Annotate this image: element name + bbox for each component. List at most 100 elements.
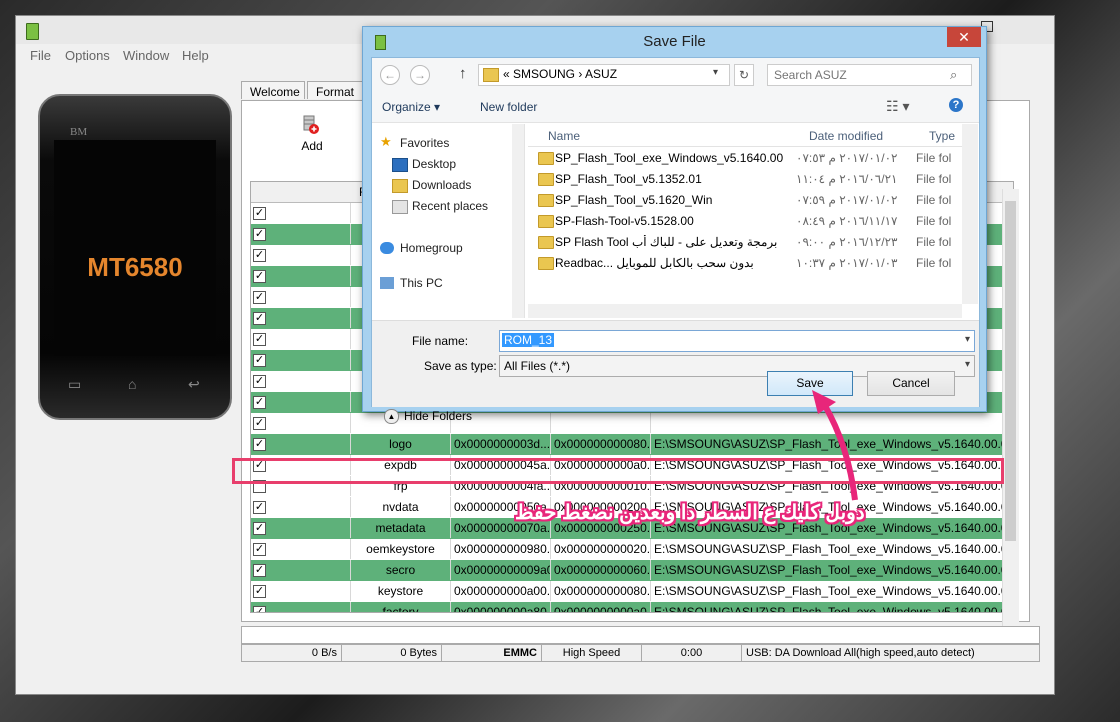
- nav-favorites[interactable]: ★ Favorites: [380, 134, 449, 150]
- chevron-down-icon[interactable]: ▾: [965, 334, 970, 345]
- file-path[interactable]: E:\SMSOUNG\ASUZ\SP_Flash_Tool_exe_Window…: [651, 560, 1009, 580]
- partition-checkbox[interactable]: ✓: [253, 354, 266, 367]
- column-date-modified[interactable]: Date modified: [809, 129, 883, 143]
- partition-checkbox[interactable]: ✓: [253, 207, 266, 220]
- nav-homegroup[interactable]: Homegroup: [380, 241, 463, 255]
- tab-format[interactable]: Format: [307, 81, 365, 99]
- menu-window[interactable]: Window: [123, 48, 169, 63]
- partition-checkbox-cell: ✓: [251, 539, 351, 559]
- pointer-arrow-icon: [812, 390, 858, 501]
- file-list-item[interactable]: SP_Flash_Tool_v5.1620_Win ٢٠١٧/٠١/٠٢ م ٠٧…: [528, 190, 962, 211]
- table-scrollbar[interactable]: [1002, 189, 1019, 629]
- file-path[interactable]: E:\SMSOUNG\ASUZ\SP_Flash_Tool_exe_Window…: [651, 602, 1009, 612]
- menu-options[interactable]: Options: [65, 48, 110, 63]
- file-list-item[interactable]: SP Flash Tool برمجة وتعديل على - للباك أ…: [528, 232, 962, 253]
- partition-name[interactable]: logo: [351, 434, 451, 454]
- partition-checkbox[interactable]: ✓: [253, 543, 266, 556]
- partition-checkbox[interactable]: ✓: [253, 606, 266, 612]
- table-row[interactable]: ✓ secro0x00000000009a0...0x000000000060..…: [251, 560, 1009, 581]
- up-arrow-icon[interactable]: ↑: [459, 65, 467, 82]
- nav-scrollbar[interactable]: [512, 124, 524, 318]
- file-list-hscrollbar[interactable]: [528, 304, 962, 318]
- tab-welcome[interactable]: Welcome: [241, 81, 305, 99]
- end-address[interactable]: [551, 413, 651, 433]
- partition-checkbox[interactable]: ✓: [253, 312, 266, 325]
- end-address[interactable]: 0x000000000080...: [551, 434, 651, 454]
- table-row[interactable]: ✓ oemkeystore 0x000000000980... 0x000000000…: [251, 539, 1009, 560]
- partition-name[interactable]: factory: [351, 602, 451, 612]
- search-input[interactable]: [768, 65, 956, 85]
- folder-icon: [538, 173, 554, 186]
- end-address[interactable]: 0x000000000080...: [551, 581, 651, 601]
- back-key-icon: ↩: [188, 376, 200, 392]
- partition-name[interactable]: nvdata: [351, 497, 451, 517]
- search-box[interactable]: ⌕: [767, 64, 972, 86]
- partition-checkbox[interactable]: ✓: [253, 333, 266, 346]
- end-address[interactable]: 0x000000000060...: [551, 560, 651, 580]
- partition-checkbox[interactable]: ✓: [253, 501, 266, 514]
- nav-desktop[interactable]: Desktop: [392, 157, 457, 172]
- column-name[interactable]: Name: [548, 129, 580, 143]
- nav-downloads[interactable]: Downloads: [392, 178, 471, 193]
- add-database-icon: [303, 115, 319, 134]
- table-row[interactable]: ✓ keystore 0x000000000a00... 0x000000000080…: [251, 581, 1009, 602]
- partition-checkbox[interactable]: ✓: [253, 438, 266, 451]
- refresh-icon[interactable]: ↻: [734, 64, 754, 86]
- table-row[interactable]: ✓ factory 0x000000000a80... 0x0000000000a0.…: [251, 602, 1009, 612]
- menu-help[interactable]: Help: [182, 48, 209, 63]
- chevron-down-icon[interactable]: ▾: [713, 67, 718, 78]
- partition-checkbox[interactable]: ✓: [253, 585, 266, 598]
- begin-address[interactable]: 0x000000000a00...: [451, 581, 551, 601]
- end-address[interactable]: 0x0000000000a0...: [551, 602, 651, 612]
- help-icon[interactable]: ?: [949, 98, 963, 112]
- new-folder-button[interactable]: New folder: [480, 100, 537, 114]
- file-list-item[interactable]: SP-Flash-Tool-v5.1528.00 ٢٠١٦/١١/١٧ م ٠٨:…: [528, 211, 962, 232]
- nav-this-pc[interactable]: This PC: [380, 276, 443, 290]
- nav-recent-places[interactable]: Recent places: [392, 199, 488, 214]
- breadcrumb[interactable]: « SMSOUNG › ASUZ ▾: [478, 64, 730, 86]
- hide-folders-label: Hide Folders: [404, 409, 473, 423]
- nav-desktop-label: Desktop: [412, 157, 457, 171]
- partition-checkbox[interactable]: ✓: [253, 228, 266, 241]
- scroll-thumb[interactable]: [1005, 201, 1016, 541]
- file-list-item[interactable]: Readbac... بدون سحب بالكابل للموبايل ٢٠١٧…: [528, 253, 962, 274]
- file-name: SP_Flash_Tool_v5.1352.01: [555, 172, 702, 186]
- table-row[interactable]: ✓: [251, 413, 1009, 434]
- partition-name[interactable]: oemkeystore: [351, 539, 451, 559]
- file-path[interactable]: E:\SMSOUNG\ASUZ\SP_Flash_Tool_exe_Window…: [651, 539, 1009, 559]
- file-name-field[interactable]: ROM_13 ▾: [499, 330, 975, 352]
- begin-address[interactable]: 0x000000000a80...: [451, 602, 551, 612]
- close-button[interactable]: ✕: [947, 27, 981, 47]
- partition-checkbox[interactable]: ✓: [253, 522, 266, 535]
- forward-arrow-icon[interactable]: →: [410, 65, 430, 85]
- table-row[interactable]: ✓ logo 0x0000000003d... 0x000000000080... E:…: [251, 434, 1009, 455]
- begin-address[interactable]: 0x00000000009a0...: [451, 560, 551, 580]
- cancel-button[interactable]: Cancel: [867, 371, 955, 396]
- file-list-scrollbar[interactable]: [962, 124, 978, 304]
- add-button[interactable]: Add: [292, 115, 332, 155]
- partition-name[interactable]: keystore: [351, 581, 451, 601]
- end-address[interactable]: 0x000000000020...: [551, 539, 651, 559]
- organize-button[interactable]: Organize ▾: [382, 100, 440, 114]
- file-list-item[interactable]: SP_Flash_Tool_exe_Windows_v5.1640.00....…: [528, 148, 962, 169]
- folder-icon: [538, 215, 554, 228]
- begin-address[interactable]: 0x0000000003d...: [451, 434, 551, 454]
- begin-address[interactable]: 0x000000000980...: [451, 539, 551, 559]
- back-arrow-icon[interactable]: ←: [380, 65, 400, 85]
- partition-checkbox[interactable]: ✓: [253, 249, 266, 262]
- partition-name[interactable]: metadata: [351, 518, 451, 538]
- partition-name[interactable]: secro: [351, 560, 451, 580]
- view-options-icon[interactable]: ☷ ▾: [886, 98, 909, 115]
- status-storage: EMMC: [442, 645, 542, 661]
- partition-checkbox[interactable]: ✓: [253, 564, 266, 577]
- partition-checkbox[interactable]: ✓: [253, 375, 266, 388]
- file-list-item[interactable]: SP_Flash_Tool_v5.1352.01 ٢٠١٦/٠٦/٢١ م ١١:…: [528, 169, 962, 190]
- partition-checkbox[interactable]: ✓: [253, 270, 266, 283]
- partition-checkbox[interactable]: ✓: [253, 291, 266, 304]
- partition-checkbox[interactable]: ✓: [253, 396, 266, 409]
- chevron-down-icon[interactable]: ▾: [965, 359, 970, 370]
- partition-checkbox[interactable]: ✓: [253, 417, 266, 430]
- column-type[interactable]: Type: [929, 129, 955, 143]
- menu-file[interactable]: File: [30, 48, 51, 63]
- file-path[interactable]: E:\SMSOUNG\ASUZ\SP_Flash_Tool_exe_Window…: [651, 581, 1009, 601]
